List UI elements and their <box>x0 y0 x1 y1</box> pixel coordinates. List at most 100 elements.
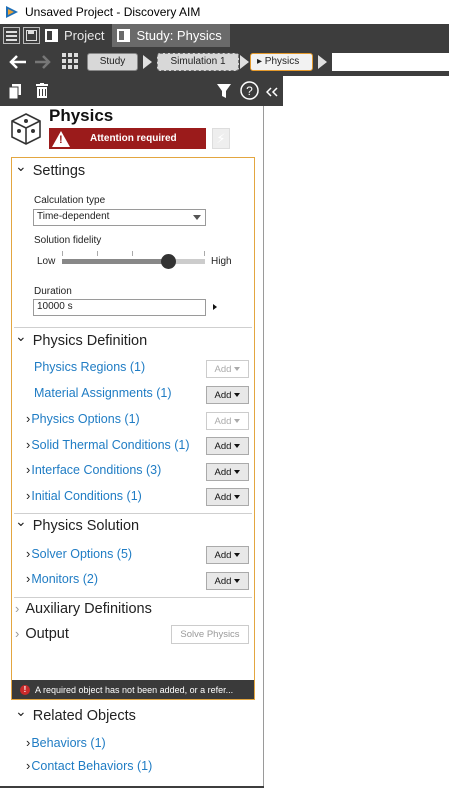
title-bar: Unsaved Project - Discovery AIM <box>0 0 449 24</box>
slider-tick <box>204 251 205 256</box>
material-assignments-link[interactable]: Material Assignments (1) <box>34 386 172 400</box>
add-initial-condition-button[interactable]: Add <box>206 488 249 506</box>
interface-conditions-link[interactable]: Interface Conditions (3) <box>31 463 161 477</box>
physics-options-link[interactable]: Physics Options (1) <box>31 412 139 426</box>
fidelity-high-label: High <box>211 256 232 267</box>
panel-toolbar: ? <box>0 76 283 106</box>
chevron-right-icon: › <box>15 626 20 641</box>
dropdown-arrow-icon <box>234 419 241 423</box>
monitors-link[interactable]: Monitors (2) <box>31 572 98 586</box>
solve-physics-button[interactable]: Solve Physics <box>171 625 249 644</box>
solver-options-link[interactable]: Solver Options (5) <box>31 547 132 561</box>
add-label: Add <box>214 440 232 452</box>
chevron-down-icon <box>15 163 33 179</box>
add-label: Add <box>214 466 232 478</box>
back-arrow-icon[interactable] <box>8 54 28 70</box>
dropdown-arrow-icon <box>234 553 241 557</box>
collapse-panel-icon[interactable] <box>266 87 278 97</box>
add-solid-thermal-condition-button[interactable]: Add <box>206 437 249 455</box>
section-divider <box>14 597 252 598</box>
chevron-right-icon: › <box>26 437 31 452</box>
breadcrumb-study[interactable]: Study <box>87 52 138 71</box>
add-label: Add <box>214 575 232 587</box>
save-icon[interactable] <box>23 27 40 44</box>
calc-type-select[interactable]: Time-dependent <box>33 209 206 226</box>
calc-type-value: Time-dependent <box>37 211 110 222</box>
add-solver-option-button[interactable]: Add <box>206 546 249 564</box>
add-label: Add <box>214 415 232 427</box>
chevron-right-icon: › <box>26 546 31 561</box>
breadcrumb-empty-area <box>332 52 449 71</box>
physics-definition-header[interactable]: Physics Definition <box>15 332 147 349</box>
breadcrumb-physics[interactable]: ▸ Physics <box>250 52 313 71</box>
add-label: Add <box>214 549 232 561</box>
tab-study-label: Study: Physics <box>136 28 222 43</box>
tab-study-physics[interactable]: Study: Physics <box>112 24 230 47</box>
grid-view-icon[interactable] <box>62 53 79 70</box>
output-header[interactable]: › Output <box>15 626 69 642</box>
interface-conditions-row[interactable]: ›Interface Conditions (3) <box>26 462 161 477</box>
chevron-right-icon: › <box>26 758 31 773</box>
chevron-right-icon: › <box>15 601 20 616</box>
lightning-icon[interactable]: ⚡︎ <box>212 128 230 149</box>
slider-tick <box>97 251 98 256</box>
related-objects-title: Related Objects <box>32 708 136 724</box>
forward-arrow-icon[interactable] <box>34 54 52 70</box>
physics-regions-link[interactable]: Physics Regions (1) <box>34 360 145 374</box>
monitors-row[interactable]: ›Monitors (2) <box>26 571 98 586</box>
tab-project-label: Project <box>64 28 105 43</box>
add-material-assignment-button[interactable]: Add <box>206 386 249 404</box>
duration-input[interactable]: 10000 s <box>33 299 206 316</box>
physics-options-row[interactable]: ›Physics Options (1) <box>26 411 140 426</box>
chevron-right-icon: › <box>26 462 31 477</box>
attention-required-badge[interactable]: ! Attention required <box>49 128 206 149</box>
solver-options-row[interactable]: ›Solver Options (5) <box>26 546 132 561</box>
duration-label: Duration <box>34 286 72 297</box>
add-monitor-button[interactable]: Add <box>206 572 249 590</box>
initial-conditions-row[interactable]: ›Initial Conditions (1) <box>26 488 142 503</box>
warning-icon: ! <box>52 130 70 147</box>
related-objects-header[interactable]: Related Objects <box>15 707 136 724</box>
delete-icon[interactable] <box>36 83 48 98</box>
add-interface-condition-button[interactable]: Add <box>206 463 249 481</box>
contact-behaviors-row[interactable]: ›Contact Behaviors (1) <box>26 758 152 773</box>
add-physics-option-button[interactable]: Add <box>206 412 249 430</box>
physics-definition-title: Physics Definition <box>32 333 148 349</box>
chevron-down-icon <box>15 333 33 349</box>
tab-project[interactable]: Project <box>40 24 112 47</box>
behaviors-row[interactable]: ›Behaviors (1) <box>26 735 106 750</box>
solid-thermal-conditions-row[interactable]: ›Solid Thermal Conditions (1) <box>26 437 190 452</box>
add-physics-region-button[interactable]: Add <box>206 360 249 378</box>
menu-icon[interactable] <box>3 27 20 44</box>
dropdown-arrow-icon <box>234 444 241 448</box>
expand-right-icon[interactable] <box>213 304 217 310</box>
error-icon: ! <box>20 684 30 695</box>
error-message: A required object has not been added, or… <box>35 684 234 695</box>
project-tab-icon <box>45 29 58 42</box>
breadcrumb-simulation[interactable]: Simulation 1 <box>157 52 239 71</box>
contact-behaviors-link[interactable]: Contact Behaviors (1) <box>31 759 152 773</box>
chevron-right-icon: › <box>26 571 31 586</box>
add-label: Add <box>214 491 232 503</box>
filter-icon[interactable] <box>217 84 231 98</box>
app-logo-icon <box>6 6 18 18</box>
fidelity-label: Solution fidelity <box>34 235 102 246</box>
breadcrumb-separator-icon <box>143 54 152 69</box>
auxiliary-definitions-header[interactable]: › Auxiliary Definitions <box>15 601 152 617</box>
settings-section-header[interactable]: Settings <box>15 162 85 179</box>
chevron-down-icon <box>15 518 33 534</box>
behaviors-link[interactable]: Behaviors (1) <box>31 736 105 750</box>
breadcrumb-separator-icon <box>240 54 249 69</box>
physics-solution-header[interactable]: Physics Solution <box>15 517 139 534</box>
dropdown-arrow-icon <box>234 367 241 371</box>
panel-title: Physics <box>49 106 114 125</box>
breadcrumb-separator-icon <box>318 54 327 69</box>
copy-icon[interactable] <box>9 84 22 99</box>
solid-thermal-conditions-link[interactable]: Solid Thermal Conditions (1) <box>31 438 189 452</box>
fidelity-slider-thumb[interactable] <box>161 254 176 269</box>
initial-conditions-link[interactable]: Initial Conditions (1) <box>31 489 141 503</box>
help-icon[interactable]: ? <box>240 81 259 100</box>
chevron-right-icon: › <box>26 488 31 503</box>
dropdown-arrow-icon <box>234 393 241 397</box>
auxiliary-definitions-title: Auxiliary Definitions <box>25 601 152 617</box>
